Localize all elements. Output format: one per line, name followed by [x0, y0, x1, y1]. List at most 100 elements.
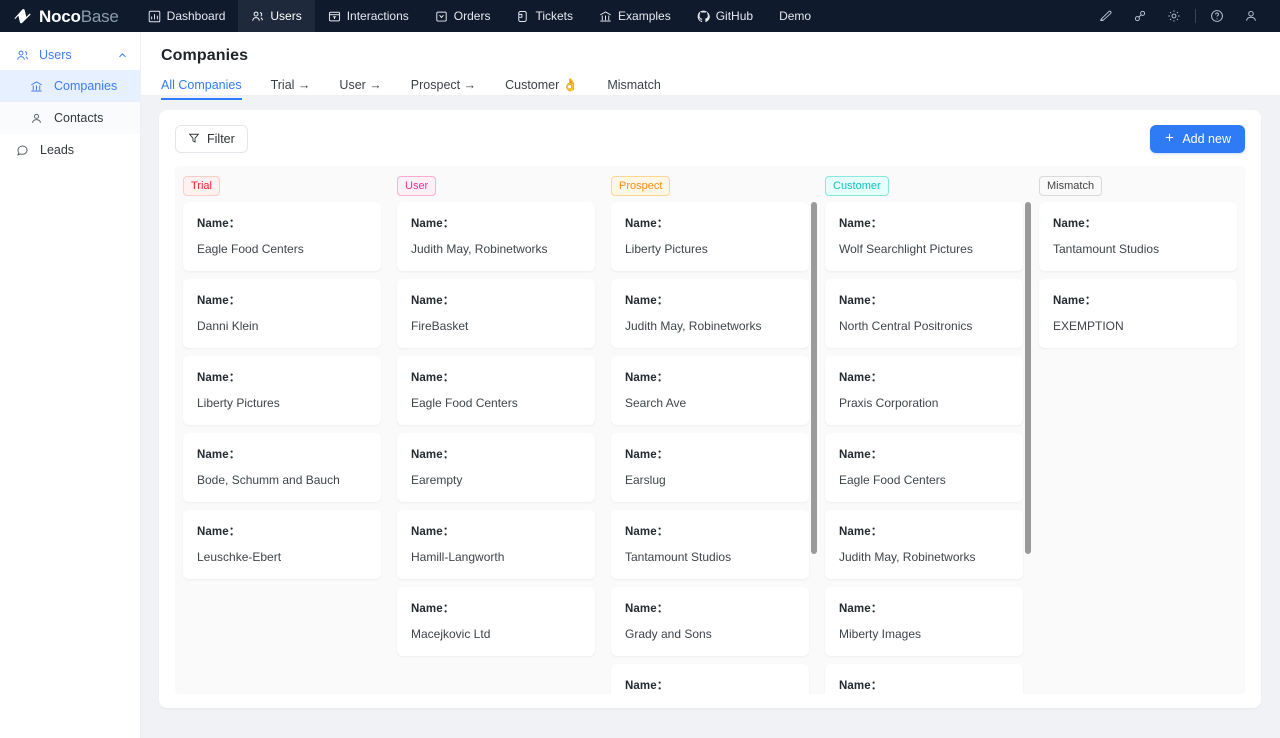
main-content: Companies All Companies Trial → User → P… [141, 32, 1280, 738]
kanban-card[interactable]: Name： Leuschke-Ebert [183, 510, 381, 579]
kanban-card[interactable]: Name： Liberty Pictures [611, 202, 809, 271]
kanban-column-body-user[interactable]: Name： Judith May, Robinetworks Name： Fir… [389, 202, 603, 694]
add-new-button-label: Add new [1182, 132, 1231, 146]
user-icon[interactable] [1234, 0, 1268, 32]
card-field-value: Eagle Food Centers [197, 242, 304, 256]
status-badge-trial: Trial [183, 176, 220, 196]
tab-trial[interactable]: Trial → [271, 78, 311, 100]
kanban-card[interactable]: Name： Eagle Food Centers [183, 202, 381, 271]
kanban-card[interactable]: Name： FireBasket [397, 279, 595, 348]
kanban-column-header-prospect: Prospect [603, 176, 817, 202]
kanban-card[interactable]: Name： North Central Positronics [825, 279, 1023, 348]
topnav-item-users[interactable]: Users [238, 0, 315, 32]
card-field-value: Bode, Schumm and Bauch [197, 473, 340, 487]
sidebar-item-companies[interactable]: Companies [0, 70, 140, 102]
kanban-card[interactable]: Name： Search Ave [611, 356, 809, 425]
card-field-label: Name： [197, 372, 241, 384]
kanban-card[interactable]: Name： EXEMPTION [1039, 279, 1237, 348]
kanban-card[interactable]: Name： Eagle Food Centers [825, 433, 1023, 502]
plus-icon [1164, 132, 1175, 146]
card-field-label: Name： [197, 218, 241, 230]
kanban-card[interactable]: Name： Grady and Sons [611, 587, 809, 656]
nocobase-logo-icon [12, 6, 32, 26]
sidebar-item-leads[interactable]: Leads [0, 134, 140, 166]
status-badge-prospect: Prospect [611, 176, 671, 196]
kanban-card[interactable]: Name： Eagle Food Centers [397, 356, 595, 425]
card-field-value: Macejkovic Ltd [411, 627, 491, 641]
user-icon [30, 112, 46, 125]
users-icon [16, 49, 31, 62]
kanban-card[interactable]: Name： Bode, Schumm and Bauch [183, 433, 381, 502]
top-menu: Dashboard Users Interactions Orders Tick… [135, 0, 824, 32]
plugin-icon[interactable] [1123, 0, 1157, 32]
topnav-item-orders[interactable]: Orders [422, 0, 504, 32]
kanban-card[interactable]: Name： Tantamount Studios [1039, 202, 1237, 271]
topnav-item-tickets[interactable]: Tickets [503, 0, 586, 32]
kanban-column-body-prospect[interactable]: Name： Liberty Pictures Name： Judith May,… [603, 202, 817, 694]
kanban-card[interactable]: Name： Wolf Searchlight Pictures [825, 202, 1023, 271]
tab-all-companies[interactable]: All Companies [161, 78, 242, 100]
sidebar: Users Companies Contacts Leads [0, 32, 141, 738]
brand-text: NocoBase [39, 8, 119, 25]
topnav-item-examples[interactable]: Examples [586, 0, 684, 32]
sidebar-item-contacts[interactable]: Contacts [0, 102, 140, 134]
kanban-card[interactable]: Name： Danni Klein [183, 279, 381, 348]
card-field-label: Name： [839, 449, 883, 461]
kanban-column-body-trial[interactable]: Name： Eagle Food Centers Name： Danni Kle… [175, 202, 389, 694]
card-field-value: Judith May, Robinetworks [411, 242, 548, 256]
kanban-card[interactable]: Name： [825, 664, 1023, 694]
topnav-item-interactions[interactable]: Interactions [315, 0, 422, 32]
kanban-card[interactable]: Name： Earempty [397, 433, 595, 502]
sidebar-subitems: Companies Contacts [0, 70, 140, 134]
inbox-icon [435, 10, 448, 23]
card-field-label: Name： [1053, 295, 1097, 307]
kanban-card[interactable]: Name： Judith May, Robinetworks [397, 202, 595, 271]
add-new-button[interactable]: Add new [1150, 125, 1245, 153]
tab-mismatch[interactable]: Mismatch [607, 78, 660, 100]
gear-icon[interactable] [1157, 0, 1191, 32]
kanban-board: Trial Name： Eagle Food Centers Name： Dan… [175, 166, 1245, 694]
tab-user[interactable]: User → [339, 78, 381, 100]
card-field-value: Liberty Pictures [625, 242, 708, 256]
card-field-label: Name： [839, 218, 883, 230]
highlighter-icon[interactable] [1089, 0, 1123, 32]
card-field-label: Name： [839, 372, 883, 384]
kanban-column-header-user: User [389, 176, 603, 202]
kanban-card[interactable]: Name： [611, 664, 809, 694]
kanban-card[interactable]: Name： Tantamount Studios [611, 510, 809, 579]
topnav-label-orders: Orders [453, 9, 491, 23]
page-header: Companies All Companies Trial → User → P… [141, 32, 1280, 100]
card-field-label: Name： [839, 680, 883, 692]
topnav-item-github[interactable]: GitHub [684, 0, 766, 32]
kanban-card[interactable]: Name： Judith May, Robinetworks [825, 510, 1023, 579]
brand-logo-link[interactable]: NocoBase [0, 0, 135, 32]
brand-name-bold: Noco [39, 6, 81, 26]
kanban-card[interactable]: Name： Macejkovic Ltd [397, 587, 595, 656]
card-field-label: Name： [625, 526, 669, 538]
kanban-card[interactable]: Name： Liberty Pictures [183, 356, 381, 425]
kanban-card[interactable]: Name： Earslug [611, 433, 809, 502]
kanban-card[interactable]: Name： Praxis Corporation [825, 356, 1023, 425]
sidebar-item-label-leads: Leads [40, 143, 75, 157]
kanban-column-body-customer[interactable]: Name： Wolf Searchlight Pictures Name： No… [817, 202, 1031, 694]
sidebar-group-users[interactable]: Users [0, 40, 140, 70]
topnav-item-dashboard[interactable]: Dashboard [135, 0, 239, 32]
topnav-item-demo[interactable]: Demo [766, 0, 824, 32]
card-field-label: Name： [411, 218, 455, 230]
kanban-card[interactable]: Name： Hamill-Langworth [397, 510, 595, 579]
card-field-label: Name： [625, 218, 669, 230]
kanban-card[interactable]: Name： Judith May, Robinetworks [611, 279, 809, 348]
brand-name-light: Base [80, 6, 119, 26]
topnav-label-github: GitHub [715, 9, 754, 23]
kanban-column-header-mismatch: Mismatch [1031, 176, 1245, 202]
status-badge-mismatch: Mismatch [1039, 176, 1103, 196]
kanban-card[interactable]: Name： Miberty Images [825, 587, 1023, 656]
kanban-column-body-mismatch[interactable]: Name： Tantamount Studios Name： EXEMPTION [1031, 202, 1245, 694]
help-circle-icon[interactable] [1200, 0, 1234, 32]
card-field-label: Name： [839, 295, 883, 307]
card-field-value: Wolf Searchlight Pictures [839, 242, 973, 256]
chevron-up-icon[interactable] [117, 50, 128, 61]
tab-customer[interactable]: Customer 👌 [505, 78, 578, 100]
filter-button[interactable]: Filter [175, 125, 248, 153]
tab-prospect[interactable]: Prospect → [411, 78, 476, 100]
